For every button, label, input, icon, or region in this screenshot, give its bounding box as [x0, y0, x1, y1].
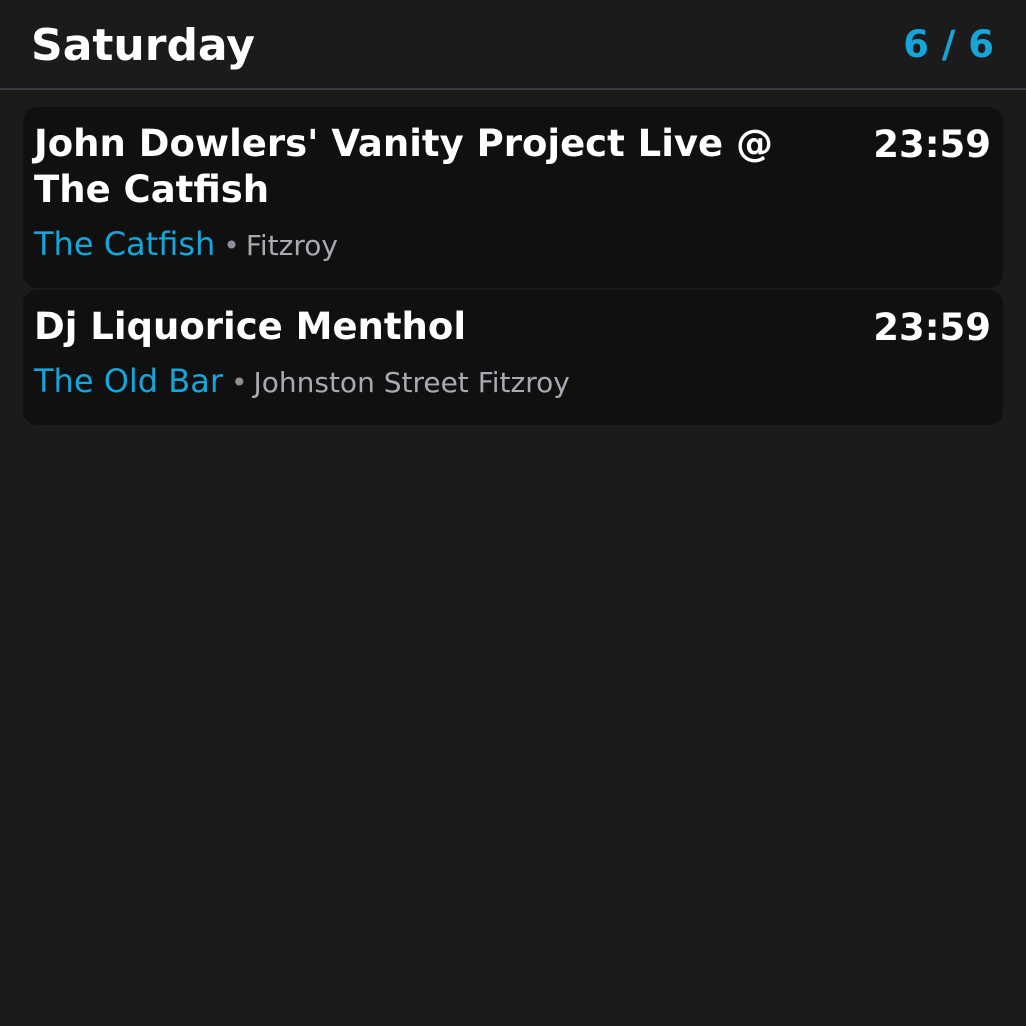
event-card[interactable]: Dj Liquorice Menthol 23:59 The Old Bar • J… — [23, 290, 1003, 425]
separator-dot: • — [223, 229, 240, 262]
venue-area: Johnston Street Fitzroy — [253, 366, 570, 399]
event-time: 23:59 — [873, 123, 991, 166]
event-location: The Catfish • Fitzroy — [34, 224, 992, 270]
event-card[interactable]: John Dowlers' Vanity Project Live @ The … — [23, 107, 1003, 288]
page-counter: 6 / 6 — [903, 23, 994, 66]
venue-name[interactable]: The Catfish — [34, 225, 215, 263]
event-location: The Old Bar • Johnston Street Fitzroy — [34, 361, 992, 407]
event-title: John Dowlers' Vanity Project Live @ The … — [34, 122, 774, 211]
header: Saturday 6 / 6 — [0, 0, 1026, 90]
event-list: John Dowlers' Vanity Project Live @ The … — [23, 107, 1003, 425]
page-title: Saturday — [31, 20, 255, 71]
separator-dot: • — [230, 366, 248, 399]
screen: Saturday 6 / 6 John Dowlers' Vanity Proj… — [0, 0, 1026, 1026]
venue-name[interactable]: The Old Bar — [34, 362, 223, 400]
event-time: 23:59 — [873, 306, 991, 349]
event-title: Dj Liquorice Menthol — [34, 305, 467, 348]
venue-area: Fitzroy — [245, 229, 338, 262]
